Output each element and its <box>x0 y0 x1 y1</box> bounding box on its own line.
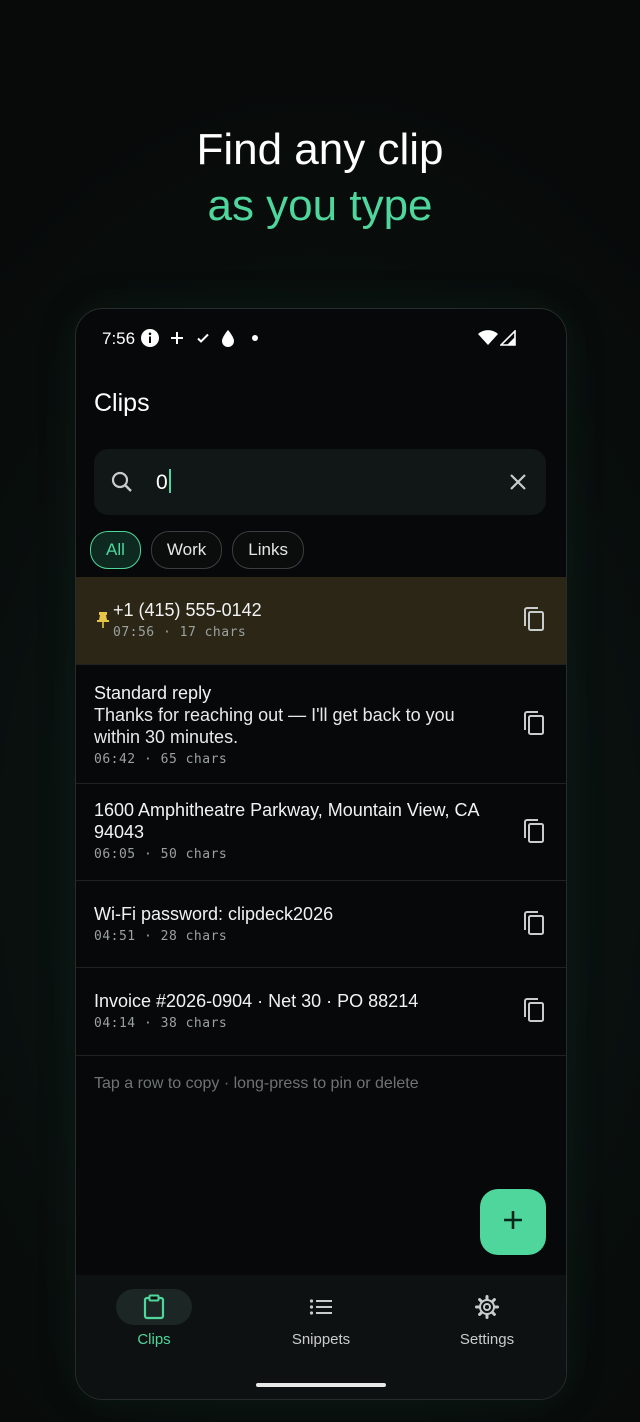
search-icon <box>110 470 134 499</box>
nav-item-snippets[interactable]: Snippets <box>251 1289 391 1348</box>
filter-chip-all[interactable]: All <box>90 531 141 569</box>
pin-icon <box>96 611 110 634</box>
list-item[interactable]: Wi-Fi password: clipdeck2026 04:51 · 28 … <box>76 881 566 968</box>
clip-title: 1600 Amphitheatre Parkway, Mountain View… <box>94 800 479 842</box>
add-clip-button[interactable] <box>480 1189 546 1255</box>
filter-chip-work[interactable]: Work <box>150 531 223 569</box>
list-item[interactable]: +1 (415) 555-0142 07:56 · 17 chars <box>76 577 566 665</box>
copy-icon[interactable] <box>520 605 548 635</box>
clip-title: Invoice #2026-0904 · Net 30 · PO 88214 <box>94 991 419 1011</box>
text-caret <box>168 469 171 493</box>
gear-icon <box>449 1289 525 1325</box>
status-bar: 7:56 <box>76 309 566 367</box>
search-input[interactable]: 0 <box>156 469 171 495</box>
signal-icon <box>500 327 516 349</box>
home-indicator <box>256 1383 386 1387</box>
clip-list: +1 (415) 555-0142 07:56 · 17 chars Stand… <box>76 577 566 1056</box>
filter-chip-links[interactable]: Links <box>232 531 304 569</box>
bottom-navigation: Clips Snippets Settings <box>76 1275 566 1399</box>
search-value: 0 <box>156 471 168 494</box>
search-bar[interactable]: 0 <box>94 449 546 515</box>
usage-hint: Tap a row to copy · long-press to pin or… <box>94 1075 419 1092</box>
clip-body: Thanks for reaching out — I'll get back … <box>94 705 455 747</box>
copy-icon[interactable] <box>520 909 548 939</box>
page-title: Clips <box>94 389 150 417</box>
plus-icon <box>502 1209 524 1236</box>
dot-icon <box>251 327 259 349</box>
close-icon[interactable] <box>508 472 528 497</box>
clip-meta: 06:05 · 50 chars <box>94 847 228 862</box>
nav-item-clips[interactable]: Clips <box>84 1289 224 1348</box>
clipboard-icon <box>116 1289 192 1325</box>
list-item[interactable]: 1600 Amphitheatre Parkway, Mountain View… <box>76 784 566 881</box>
list-item[interactable]: Standard reply Thanks for reaching out —… <box>76 665 566 784</box>
nav-label: Settings <box>459 1331 515 1348</box>
clip-meta: 06:42 · 65 chars <box>94 752 228 767</box>
phone-frame: 7:56 Clips 0 All Work Links +1 (415) 555… <box>75 308 567 1400</box>
clip-meta: 07:56 · 17 chars <box>113 625 247 640</box>
copy-icon[interactable] <box>520 709 548 739</box>
clip-meta: 04:14 · 38 chars <box>94 1016 228 1031</box>
filter-chips: All Work Links <box>90 531 304 569</box>
clip-title: +1 (415) 555-0142 <box>113 600 262 620</box>
clip-meta: 04:51 · 28 chars <box>94 929 228 944</box>
info-icon <box>140 327 160 349</box>
copy-icon[interactable] <box>520 996 548 1026</box>
nav-label: Clips <box>137 1331 171 1348</box>
check-icon <box>195 327 211 349</box>
list-icon <box>283 1289 359 1325</box>
headline-line-1: Find any clip <box>196 125 444 174</box>
clip-title: Standard reply <box>94 683 212 703</box>
clip-title: Wi-Fi password: clipdeck2026 <box>94 904 334 924</box>
wifi-icon <box>478 327 498 349</box>
status-time: 7:56 <box>102 329 136 348</box>
nav-item-settings[interactable]: Settings <box>417 1289 557 1348</box>
plus-icon <box>169 327 185 349</box>
headline-line-2: as you type <box>207 181 433 230</box>
water-drop-icon <box>221 327 235 349</box>
copy-icon[interactable] <box>520 817 548 847</box>
list-item[interactable]: Invoice #2026-0904 · Net 30 · PO 88214 0… <box>76 968 566 1056</box>
nav-label: Snippets <box>291 1331 351 1348</box>
